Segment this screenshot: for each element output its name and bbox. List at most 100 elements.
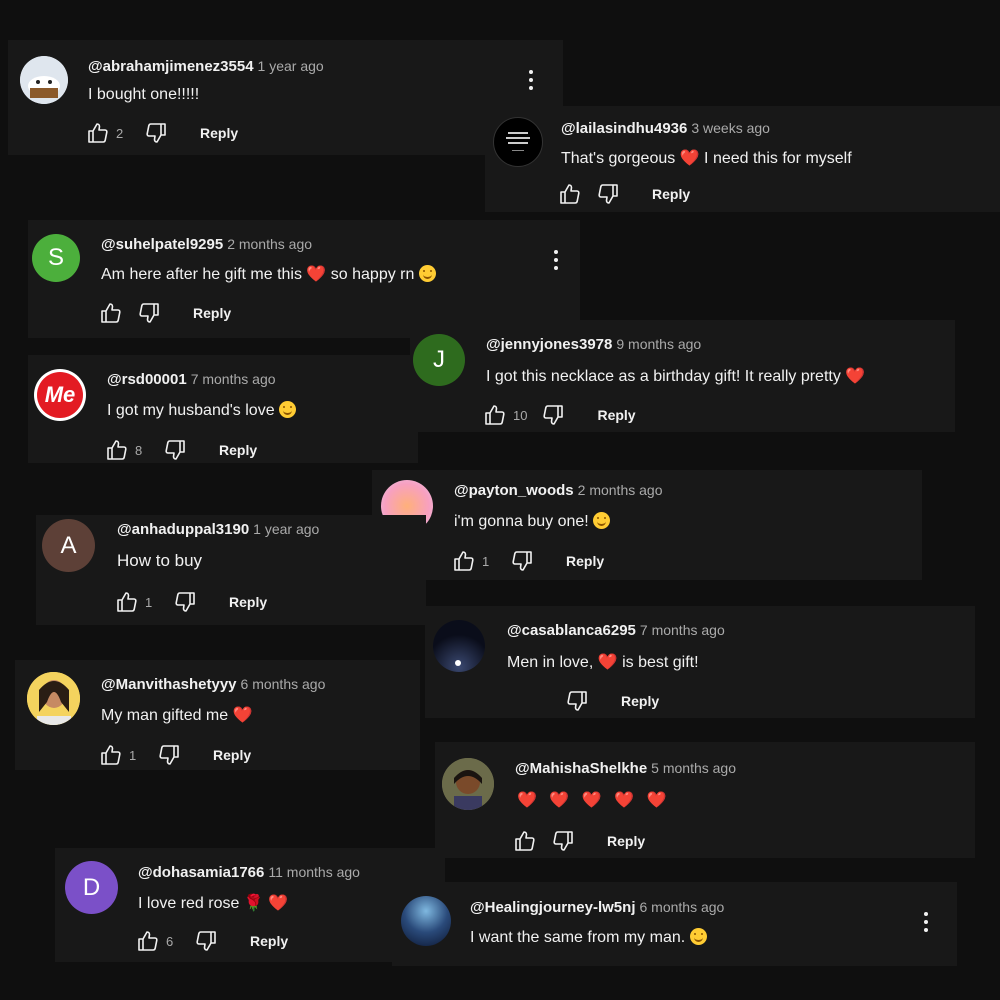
reply-button[interactable]: Reply (621, 693, 659, 709)
comment-author[interactable]: @Manvithashetyyy 6 months ago (101, 676, 325, 693)
comment-author[interactable]: @suhelpatel9295 2 months ago (101, 236, 312, 253)
comment-author[interactable]: @abrahamjimenez3554 1 year ago (88, 58, 324, 75)
text-avatar-icon (506, 132, 530, 151)
like-icon[interactable] (513, 829, 537, 853)
like-icon[interactable] (105, 438, 129, 462)
reply-button[interactable]: Reply (652, 186, 690, 202)
reply-button[interactable]: Reply (229, 594, 267, 610)
like-icon[interactable] (452, 549, 476, 573)
comment-author[interactable]: @MahishaShelkhe 5 months ago (515, 760, 736, 777)
reply-button[interactable]: Reply (200, 125, 238, 141)
comment-text: I bought one!!!!! (88, 86, 200, 103)
dislike-icon[interactable] (551, 829, 575, 853)
comment-author[interactable]: @rsd00001 7 months ago (107, 371, 276, 388)
dislike-icon[interactable] (163, 438, 187, 462)
dislike-icon[interactable] (541, 403, 565, 427)
heart-icon: ❤️ (268, 895, 289, 912)
dislike-icon[interactable] (173, 590, 197, 614)
comment-time[interactable]: 1 year ago (258, 58, 324, 74)
avatar[interactable]: J (413, 334, 465, 386)
comment-card: D @dohasamia1766 11 months ago I love red… (55, 848, 445, 962)
avatar[interactable]: Me (34, 369, 86, 421)
comment-actions: 8 Reply (105, 437, 257, 463)
comment-time[interactable]: 6 months ago (639, 899, 724, 915)
comment-actions: 1 Reply (115, 589, 267, 615)
comment-author[interactable]: @jennyjones3978 9 months ago (486, 336, 701, 353)
comment-actions: 6 Reply (136, 928, 288, 954)
comment-author[interactable]: @Healingjourney-lw5nj 6 months ago (470, 899, 724, 916)
comment-time[interactable]: 9 months ago (616, 336, 701, 352)
comment-author[interactable]: @lailasindhu4936 3 weeks ago (561, 120, 770, 137)
avatar[interactable]: S (32, 234, 80, 282)
comment-card: @Healingjourney-lw5nj 6 months ago I want… (392, 882, 957, 966)
comment-text: I want the same from my man. (470, 928, 707, 947)
comment-text: How to buy (117, 551, 203, 570)
avatar[interactable] (493, 117, 543, 167)
avatar[interactable] (401, 896, 451, 946)
person-avatar-icon (27, 672, 80, 725)
comment-card: @Manvithashetyyy 6 months ago My man gift… (15, 660, 420, 770)
avatar[interactable] (20, 56, 68, 104)
like-icon[interactable] (483, 403, 507, 427)
comment-author[interactable]: @anhaduppal3190 1 year ago (117, 521, 319, 538)
heart-icon: ❤️ (845, 368, 866, 385)
avatar[interactable]: D (65, 861, 118, 914)
dislike-icon[interactable] (565, 689, 589, 713)
like-icon[interactable] (136, 929, 160, 953)
comment-time[interactable]: 7 months ago (191, 371, 276, 387)
comment-time[interactable]: 6 months ago (241, 676, 326, 692)
reply-button[interactable]: Reply (219, 442, 257, 458)
comment-time[interactable]: 2 months ago (578, 482, 663, 498)
comment-time[interactable]: 5 months ago (651, 760, 736, 776)
like-icon[interactable] (99, 743, 123, 767)
comment-card: @casablanca6295 7 months ago Men in love,… (425, 606, 975, 718)
me-logo-icon: Me (37, 372, 83, 418)
like-icon[interactable] (558, 182, 582, 206)
reply-button[interactable]: Reply (250, 933, 288, 949)
comment-actions: 10 Reply (483, 402, 636, 428)
dislike-icon[interactable] (157, 743, 181, 767)
dislike-icon[interactable] (596, 182, 620, 206)
dislike-icon[interactable] (137, 301, 161, 325)
comment-card: J @jennyjones3978 9 months ago I got this… (410, 320, 955, 432)
avatar[interactable] (27, 672, 80, 725)
like-count: 1 (129, 747, 137, 763)
comment-card: @abrahamjimenez3554 1 year ago I bought o… (8, 40, 563, 155)
reply-button[interactable]: Reply (566, 553, 604, 569)
reply-button[interactable]: Reply (193, 305, 231, 321)
reply-button[interactable]: Reply (213, 747, 251, 763)
heart-icon: ❤️ (232, 707, 253, 724)
comment-author[interactable]: @payton_woods 2 months ago (454, 482, 662, 499)
avatar[interactable] (433, 620, 485, 672)
reply-button[interactable]: Reply (597, 407, 635, 423)
dislike-icon[interactable] (194, 929, 218, 953)
more-options-icon[interactable] (916, 910, 936, 934)
comment-time[interactable]: 11 months ago (268, 864, 360, 880)
comment-author[interactable]: @dohasamia1766 11 months ago (138, 864, 360, 881)
comment-time[interactable]: 2 months ago (227, 236, 312, 252)
comment-card: Me @rsd00001 7 months ago I got my husban… (28, 355, 418, 463)
comment-time[interactable]: 7 months ago (640, 622, 725, 638)
like-count: 1 (145, 594, 153, 610)
more-options-icon[interactable] (546, 248, 566, 272)
person-avatar-icon (442, 758, 494, 810)
like-count: 10 (513, 407, 528, 423)
comment-time[interactable]: 1 year ago (253, 521, 319, 537)
reply-button[interactable]: Reply (607, 833, 645, 849)
like-icon[interactable] (99, 301, 123, 325)
more-options-icon[interactable] (521, 68, 541, 92)
dislike-icon[interactable] (144, 121, 168, 145)
smile-emoji-icon (418, 265, 436, 282)
comment-author[interactable]: @casablanca6295 7 months ago (507, 622, 725, 639)
heart-icon: ❤️ (679, 150, 700, 167)
dislike-icon[interactable] (510, 549, 534, 573)
comment-actions: 2 Reply (86, 120, 238, 146)
avatar[interactable]: A (42, 519, 95, 572)
comment-time[interactable]: 3 weeks ago (691, 120, 770, 136)
avatar[interactable] (442, 758, 494, 810)
comment-text: That's gorgeous ❤️ I need this for mysel… (561, 150, 852, 167)
like-count: 8 (135, 442, 143, 458)
like-icon[interactable] (115, 590, 139, 614)
comment-actions: 1 Reply (452, 548, 604, 574)
like-icon[interactable] (86, 121, 110, 145)
